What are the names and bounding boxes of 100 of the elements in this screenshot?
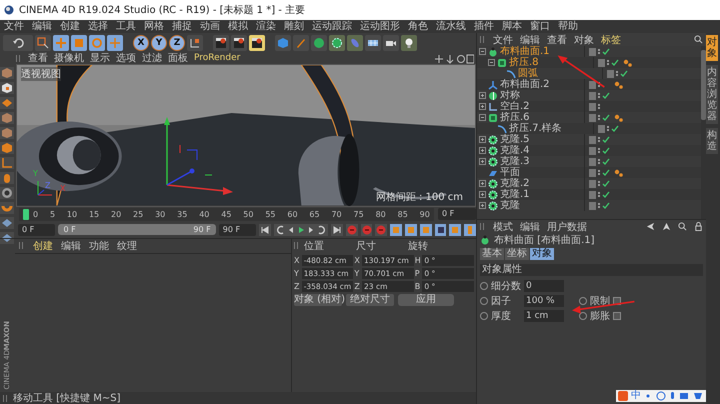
input-method-logo-icon[interactable] — [618, 391, 628, 401]
camera-icon[interactable] — [383, 35, 399, 51]
skip-start-icon[interactable] — [259, 224, 272, 236]
menu-item[interactable]: 运动跟踪 — [312, 20, 352, 32]
expand-icon[interactable] — [479, 202, 486, 209]
expand-icon[interactable] — [479, 92, 486, 99]
keyframe-filter-icon[interactable] — [434, 224, 446, 236]
language-mode-label[interactable]: 中 — [631, 390, 641, 402]
object-name[interactable]: 克隆.3 — [500, 156, 530, 167]
object-name[interactable]: 布料曲面.1 — [500, 46, 550, 57]
diamond-icon[interactable] — [0, 97, 14, 109]
expand-icon[interactable] — [479, 147, 486, 154]
material-menu-item[interactable]: 功能 — [89, 238, 109, 252]
material-menu-item[interactable]: 纹理 — [117, 238, 137, 252]
attributes-menu-item[interactable]: 模式 — [493, 220, 513, 234]
record-key-icon[interactable] — [360, 224, 372, 236]
menu-item[interactable]: 角色 — [408, 20, 428, 32]
expand-icon[interactable] — [479, 180, 486, 187]
attributes-menu-item[interactable]: 用户数据 — [547, 220, 587, 234]
object-name[interactable]: 圆弧 — [518, 68, 538, 79]
attribute-tab[interactable]: 基本 — [480, 248, 504, 260]
object-name[interactable]: 平面 — [500, 167, 520, 178]
object-name[interactable]: 对称 — [500, 90, 520, 101]
axis-lock-button[interactable]: Y — [151, 35, 167, 51]
menu-item[interactable]: 雕刻 — [284, 20, 304, 32]
menu-item[interactable]: 选择 — [88, 20, 108, 32]
check-icon[interactable] — [602, 168, 610, 176]
keyframe-filter-icon[interactable] — [390, 224, 402, 236]
record-key-icon[interactable] — [346, 224, 358, 236]
undo-icon[interactable] — [12, 37, 24, 49]
menu-item[interactable]: 窗口 — [530, 20, 550, 32]
check-icon[interactable] — [602, 190, 610, 198]
grip-icon[interactable] — [19, 242, 25, 249]
grip-icon[interactable] — [294, 242, 300, 249]
viewport-menu-item[interactable]: ProRender — [194, 53, 240, 64]
coordinate-system-icon[interactable] — [187, 35, 203, 51]
object-name[interactable]: 克隆.5 — [500, 134, 530, 145]
viewport-menu-item[interactable]: 选项 — [116, 53, 136, 64]
object-name[interactable]: 克隆.1 — [500, 189, 530, 200]
keyframe-filter-icon[interactable] — [449, 224, 462, 236]
tag-icon[interactable] — [614, 114, 624, 122]
checker-cube-icon[interactable] — [0, 82, 14, 94]
lock-icon[interactable] — [694, 222, 703, 231]
menu-item[interactable]: 模拟 — [228, 20, 248, 32]
apply-button[interactable]: 应用 — [398, 294, 454, 306]
grip-icon[interactable] — [16, 55, 22, 62]
skip-end-icon[interactable] — [331, 224, 343, 236]
checkbox[interactable] — [613, 312, 621, 320]
material-menu-item[interactable]: 编辑 — [61, 238, 81, 252]
menu-item[interactable]: 脚本 — [502, 20, 522, 32]
start-frame-field[interactable]: 0 F — [18, 224, 56, 236]
up-arrow-icon[interactable] — [662, 222, 671, 231]
current-frame-field[interactable]: 0 F — [438, 208, 476, 220]
viewport-menu-item[interactable]: 面板 — [168, 53, 188, 64]
axis-lock-button[interactable]: Z — [169, 35, 185, 51]
side-tab[interactable]: 对象 — [706, 35, 718, 61]
light-bulb-icon[interactable] — [401, 35, 417, 51]
expand-icon[interactable] — [479, 191, 486, 198]
check-icon[interactable] — [602, 158, 610, 166]
search-icon[interactable] — [678, 222, 687, 231]
attribute-tab[interactable]: 坐标 — [505, 248, 529, 260]
mouse-icon[interactable] — [0, 172, 14, 184]
tag-icon[interactable] — [614, 80, 624, 88]
cube-icon[interactable] — [0, 142, 14, 154]
value-field[interactable]: 100 % — [524, 295, 564, 307]
manager-menu-item[interactable]: 文件 — [493, 32, 513, 46]
gear-icon[interactable] — [329, 35, 345, 51]
size-mode-dropdown[interactable]: 绝对尺寸 — [346, 294, 394, 306]
check-icon[interactable] — [602, 114, 610, 122]
cube-icon[interactable] — [0, 112, 14, 124]
collapse-icon[interactable] — [488, 59, 495, 66]
manager-menu-item[interactable]: 对象 — [574, 32, 594, 46]
input-method-toolbar[interactable]: 中 — [616, 390, 706, 402]
menu-item[interactable]: 编辑 — [32, 20, 52, 32]
navigation-icons-drawing[interactable] — [434, 54, 474, 64]
value-field[interactable]: 0 — [524, 280, 564, 292]
attributes-menu-item[interactable]: 编辑 — [520, 220, 540, 234]
check-icon[interactable] — [611, 124, 619, 132]
menu-item[interactable]: 渲染 — [256, 20, 276, 32]
viewport-menu-item[interactable]: 摄像机 — [54, 53, 84, 64]
menu-item[interactable]: 动画 — [200, 20, 220, 32]
manager-menu-item[interactable]: 查看 — [547, 32, 567, 46]
coordinate-mode-dropdown[interactable]: 对象 (相对) — [294, 294, 342, 306]
tag-icon[interactable] — [623, 58, 633, 66]
collapse-icon[interactable] — [479, 114, 486, 121]
check-icon[interactable] — [602, 92, 610, 100]
check-icon[interactable] — [611, 58, 619, 66]
material-menu-item[interactable]: 创建 — [33, 238, 53, 252]
check-icon[interactable] — [620, 70, 628, 78]
axis-icon[interactable] — [0, 157, 14, 169]
menu-item[interactable]: 创建 — [60, 20, 80, 32]
tag-icon[interactable] — [614, 168, 624, 176]
timeline-ruler[interactable]: 0 5 10 15 20 25 30 35 40 45 50 55 60 65 70 75 80 85 90 — [19, 208, 434, 220]
pen-icon[interactable] — [293, 35, 309, 51]
check-icon[interactable] — [602, 136, 610, 144]
object-name[interactable]: 克隆.2 — [500, 178, 530, 189]
manager-menu-item[interactable]: 标签 — [601, 32, 621, 46]
cube-icon[interactable] — [0, 127, 14, 139]
clapperboard-icon[interactable] — [213, 35, 229, 51]
collapse-icon[interactable] — [479, 48, 486, 55]
